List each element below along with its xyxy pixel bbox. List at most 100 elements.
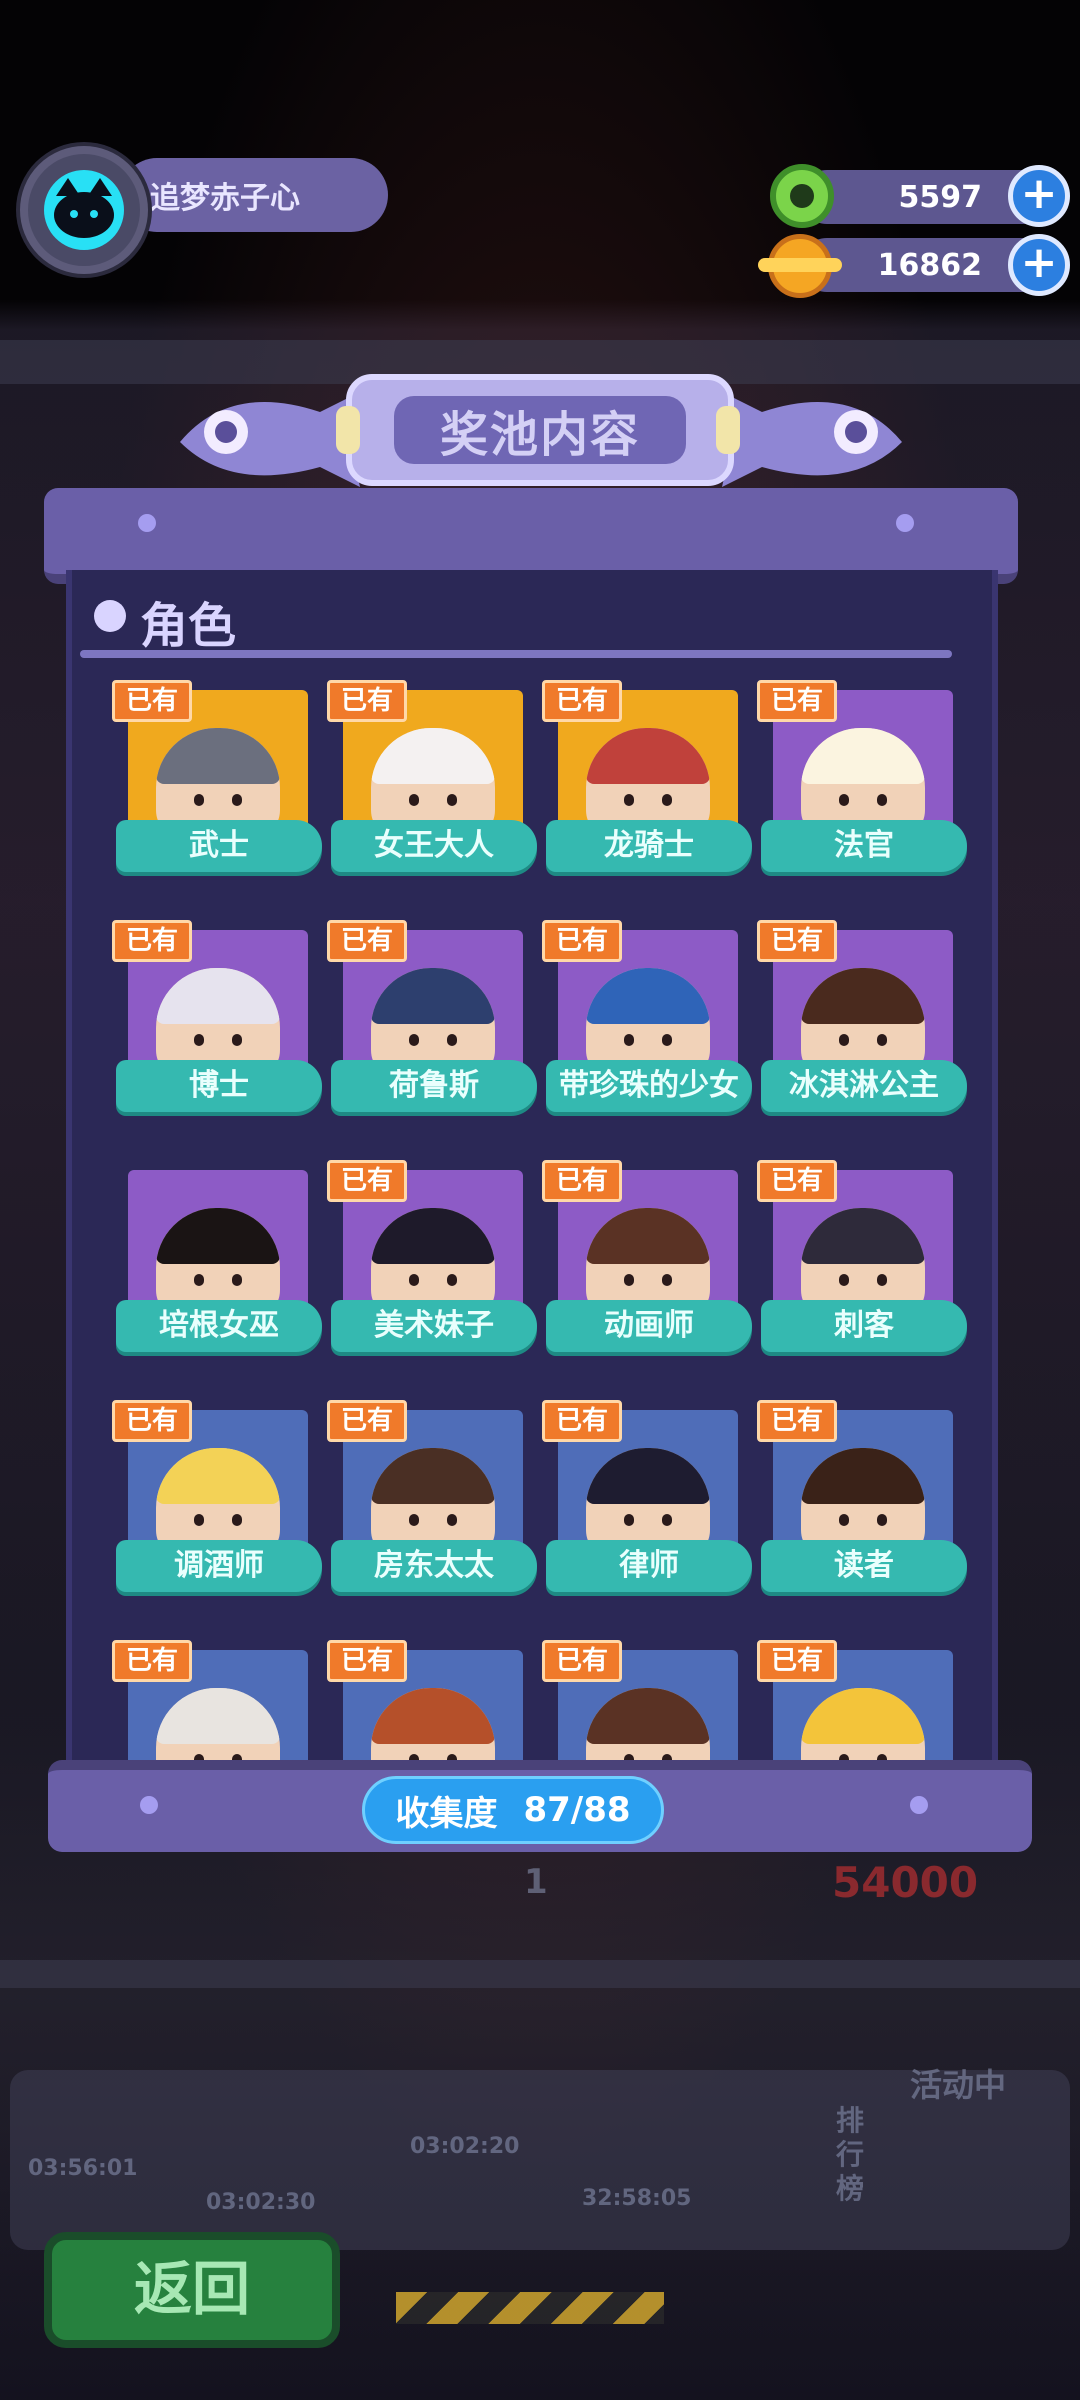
owned-badge: 已有	[327, 1400, 407, 1442]
character-eye	[624, 794, 634, 806]
right-fish-decoration	[722, 392, 902, 487]
character-card[interactable]: 已有读者	[757, 1400, 967, 1610]
modal-title-banner: 奖池内容	[336, 374, 740, 486]
character-card[interactable]: 已有	[757, 1640, 967, 1760]
character-name: 刺客	[761, 1300, 967, 1352]
background-prize-coins: 54000	[832, 1858, 979, 1907]
character-name: 房东太太	[331, 1540, 537, 1592]
character-card[interactable]: 已有博士	[112, 920, 322, 1130]
character-eye	[662, 1274, 672, 1286]
owned-badge: 已有	[757, 1640, 837, 1682]
character-name: 女王大人	[331, 820, 537, 872]
character-card[interactable]: 已有刺客	[757, 1160, 967, 1370]
background-rank-label: 排行榜	[836, 2104, 865, 2205]
background-prize-count: 1	[524, 1862, 548, 1902]
character-eye	[839, 1514, 849, 1526]
section-title: 角色	[140, 598, 237, 654]
modal-title: 奖池内容	[394, 396, 686, 464]
character-name: 博士	[116, 1060, 322, 1112]
owned-badge: 已有	[757, 1400, 837, 1442]
character-portrait	[586, 1688, 710, 1760]
character-eye	[447, 1274, 457, 1286]
character-eye	[232, 1034, 242, 1046]
background-timer: 03:02:30	[206, 2190, 316, 2215]
background-timer: 03:56:01	[28, 2156, 138, 2181]
coin-count: 16862	[877, 247, 982, 283]
character-card[interactable]: 已有 动画师	[542, 1160, 752, 1370]
character-eye	[877, 794, 887, 806]
character-card[interactable]: 已有 调酒师	[112, 1400, 322, 1610]
gem-count: 5597	[898, 179, 983, 215]
owned-badge: 已有	[542, 1400, 622, 1442]
add-coin-button[interactable]: +	[1008, 234, 1070, 296]
prize-pool-panel[interactable]: 角色 已有 武士 已有 女王大人 已有 龙骑士 已有 法官 已有 博士 已有 荷鲁斯 已有 带珍珠的少女已…	[66, 570, 998, 1760]
character-eye	[232, 794, 242, 806]
background-event-label: 活动中	[910, 2066, 1007, 2104]
character-card[interactable]: 已有女王大人	[327, 680, 537, 890]
owned-badge: 已有	[542, 1640, 622, 1682]
owned-badge: 已有	[112, 920, 192, 962]
character-name: 武士	[116, 820, 322, 872]
character-card[interactable]: 已有 法官	[757, 680, 967, 890]
character-eye	[194, 1274, 204, 1286]
character-eye	[624, 1034, 634, 1046]
character-card[interactable]: 已有荷鲁斯	[327, 920, 537, 1130]
owned-badge: 已有	[112, 1400, 192, 1442]
character-card[interactable]: 已有龙骑士	[542, 680, 752, 890]
character-eye	[662, 1514, 672, 1526]
owned-badge: 已有	[757, 920, 837, 962]
character-name: 冰淇淋公主	[761, 1060, 967, 1112]
character-eye	[409, 1514, 419, 1526]
character-name: 带珍珠的少女	[546, 1060, 752, 1112]
character-eye	[194, 794, 204, 806]
section-bullet-icon	[94, 600, 126, 632]
character-name: 龙骑士	[546, 820, 752, 872]
character-card[interactable]: 已有	[542, 1640, 752, 1760]
character-eye	[662, 1034, 672, 1046]
character-eye	[409, 1034, 419, 1046]
character-card[interactable]: 培根女巫	[112, 1160, 322, 1370]
owned-badge: 已有	[327, 1160, 407, 1202]
collection-label: 收集度	[395, 1793, 498, 1834]
character-card[interactable]: 已有 律师	[542, 1400, 752, 1610]
character-card[interactable]: 已有带珍珠的少女	[542, 920, 752, 1130]
character-eye	[839, 1034, 849, 1046]
character-name: 培根女巫	[116, 1300, 322, 1352]
character-card[interactable]: 已有美术妹子	[327, 1160, 537, 1370]
character-eye	[194, 1514, 204, 1526]
owned-badge: 已有	[327, 1640, 407, 1682]
owned-badge: 已有	[542, 920, 622, 962]
player-avatar[interactable]	[20, 146, 148, 274]
character-eye	[232, 1514, 242, 1526]
collection-value: 87/88	[523, 1790, 631, 1830]
character-eye	[877, 1274, 887, 1286]
owned-badge: 已有	[112, 1640, 192, 1682]
owned-badge: 已有	[542, 1160, 622, 1202]
owned-badge: 已有	[757, 1160, 837, 1202]
owned-badge: 已有	[542, 680, 622, 722]
character-eye	[447, 1514, 457, 1526]
character-portrait	[371, 1688, 495, 1760]
character-card[interactable]: 已有冰淇淋公主	[757, 920, 967, 1130]
back-button[interactable]: 返回	[44, 2232, 340, 2348]
character-eye	[839, 1274, 849, 1286]
background-rail	[0, 1960, 1080, 1988]
background-timer: 32:58:05	[582, 2186, 692, 2211]
character-name: 荷鲁斯	[331, 1060, 537, 1112]
character-card[interactable]: 已有	[112, 1640, 322, 1760]
character-eye	[624, 1274, 634, 1286]
character-eye	[447, 1034, 457, 1046]
owned-badge: 已有	[327, 920, 407, 962]
character-portrait	[801, 1688, 925, 1760]
character-card[interactable]: 已有房东太太	[327, 1400, 537, 1610]
owned-badge: 已有	[327, 680, 407, 722]
character-name: 读者	[761, 1540, 967, 1592]
character-eye	[877, 1034, 887, 1046]
owned-badge: 已有	[757, 680, 837, 722]
character-eye	[624, 1514, 634, 1526]
character-card[interactable]: 已有	[327, 1640, 537, 1760]
background-timer: 03:02:20	[410, 2134, 520, 2159]
character-card[interactable]: 已有 武士	[112, 680, 322, 890]
add-gem-button[interactable]: +	[1008, 165, 1070, 227]
character-name: 美术妹子	[331, 1300, 537, 1352]
